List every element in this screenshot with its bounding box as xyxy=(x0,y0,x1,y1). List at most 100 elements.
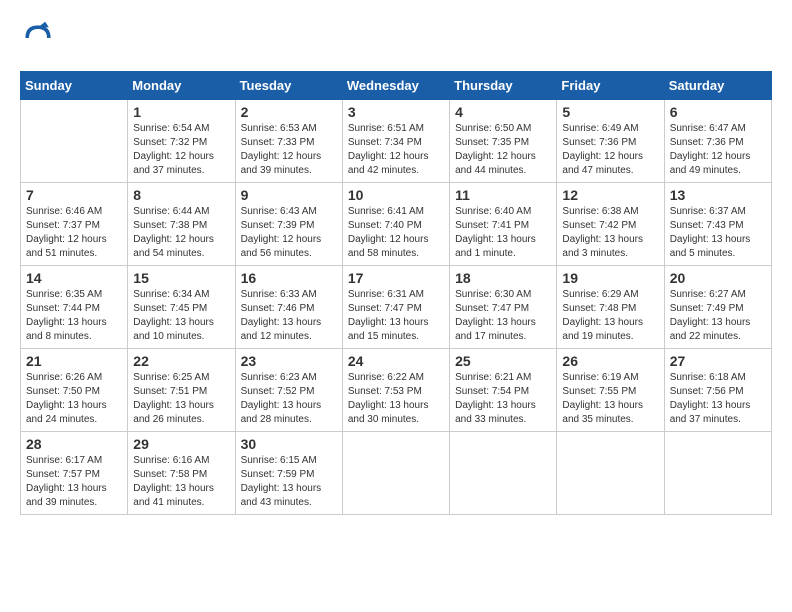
day-number: 16 xyxy=(241,270,337,286)
day-number: 5 xyxy=(562,104,658,120)
calendar-cell: 3Sunrise: 6:51 AMSunset: 7:34 PMDaylight… xyxy=(342,100,449,183)
calendar-cell xyxy=(21,100,128,183)
day-number: 8 xyxy=(133,187,229,203)
calendar-header: SundayMondayTuesdayWednesdayThursdayFrid… xyxy=(21,72,772,100)
calendar-week-row: 1 Sunrise: 6:54 AMSunset: 7:32 PMDaylight… xyxy=(21,100,772,183)
day-info: Sunrise: 6:17 AMSunset: 7:57 PMDaylight:… xyxy=(26,454,122,510)
calendar-cell xyxy=(664,432,771,515)
day-number: 29 xyxy=(133,436,229,452)
day-number: 15 xyxy=(133,270,229,286)
day-number: 21 xyxy=(26,353,122,369)
day-of-week-header: Thursday xyxy=(450,72,557,100)
day-number: 11 xyxy=(455,187,551,203)
day-info: Sunrise: 6:44 AMSunset: 7:38 PMDaylight:… xyxy=(133,205,229,261)
calendar-cell xyxy=(557,432,664,515)
day-info: Sunrise: 6:37 AMSunset: 7:43 PMDaylight:… xyxy=(670,205,766,261)
day-info: Sunrise: 6:19 AMSunset: 7:55 PMDaylight:… xyxy=(562,371,658,427)
day-number: 9 xyxy=(241,187,337,203)
day-number: 4 xyxy=(455,104,551,120)
day-number: 24 xyxy=(348,353,444,369)
day-of-week-header: Wednesday xyxy=(342,72,449,100)
day-info: Sunrise: 6:46 AMSunset: 7:37 PMDaylight:… xyxy=(26,205,122,261)
day-info: Sunrise: 6:49 AMSunset: 7:36 PMDaylight:… xyxy=(562,122,658,178)
calendar-cell: 10 Sunrise: 6:41 AMSunset: 7:40 PMDayligh… xyxy=(342,183,449,266)
day-info: Sunrise: 6:30 AMSunset: 7:47 PMDaylight:… xyxy=(455,288,551,344)
day-number: 22 xyxy=(133,353,229,369)
calendar-cell: 30 Sunrise: 6:15 AMSunset: 7:59 PMDayligh… xyxy=(235,432,342,515)
calendar-cell: 26 Sunrise: 6:19 AMSunset: 7:55 PMDayligh… xyxy=(557,349,664,432)
day-info: Sunrise: 6:54 AMSunset: 7:32 PMDaylight:… xyxy=(133,122,229,178)
day-number: 30 xyxy=(241,436,337,452)
calendar-cell: 1 Sunrise: 6:54 AMSunset: 7:32 PMDaylight… xyxy=(128,100,235,183)
calendar-week-row: 21 Sunrise: 6:26 AMSunset: 7:50 PMDayligh… xyxy=(21,349,772,432)
day-info: Sunrise: 6:43 AMSunset: 7:39 PMDaylight:… xyxy=(241,205,337,261)
day-number: 13 xyxy=(670,187,766,203)
day-number: 26 xyxy=(562,353,658,369)
calendar-cell: 29Sunrise: 6:16 AMSunset: 7:58 PMDayligh… xyxy=(128,432,235,515)
logo xyxy=(20,20,62,56)
day-info: Sunrise: 6:21 AMSunset: 7:54 PMDaylight:… xyxy=(455,371,551,427)
calendar-cell: 11 Sunrise: 6:40 AMSunset: 7:41 PMDayligh… xyxy=(450,183,557,266)
calendar-cell: 28 Sunrise: 6:17 AMSunset: 7:57 PMDayligh… xyxy=(21,432,128,515)
day-number: 18 xyxy=(455,270,551,286)
calendar-cell xyxy=(342,432,449,515)
calendar-cell: 17 Sunrise: 6:31 AMSunset: 7:47 PMDayligh… xyxy=(342,266,449,349)
day-info: Sunrise: 6:23 AMSunset: 7:52 PMDaylight:… xyxy=(241,371,337,427)
day-info: Sunrise: 6:34 AMSunset: 7:45 PMDaylight:… xyxy=(133,288,229,344)
day-of-week-header: Friday xyxy=(557,72,664,100)
calendar-body: 1 Sunrise: 6:54 AMSunset: 7:32 PMDaylight… xyxy=(21,100,772,515)
day-of-week-header: Sunday xyxy=(21,72,128,100)
day-info: Sunrise: 6:22 AMSunset: 7:53 PMDaylight:… xyxy=(348,371,444,427)
day-of-week-header: Monday xyxy=(128,72,235,100)
calendar-cell: 6 Sunrise: 6:47 AMSunset: 7:36 PMDaylight… xyxy=(664,100,771,183)
calendar-cell: 19Sunrise: 6:29 AMSunset: 7:48 PMDayligh… xyxy=(557,266,664,349)
day-of-week-header: Saturday xyxy=(664,72,771,100)
calendar-table: SundayMondayTuesdayWednesdayThursdayFrid… xyxy=(20,71,772,515)
day-of-week-header: Tuesday xyxy=(235,72,342,100)
calendar-week-row: 28 Sunrise: 6:17 AMSunset: 7:57 PMDayligh… xyxy=(21,432,772,515)
calendar-cell: 12Sunrise: 6:38 AMSunset: 7:42 PMDayligh… xyxy=(557,183,664,266)
day-info: Sunrise: 6:27 AMSunset: 7:49 PMDaylight:… xyxy=(670,288,766,344)
day-info: Sunrise: 6:50 AMSunset: 7:35 PMDaylight:… xyxy=(455,122,551,178)
calendar-cell: 15 Sunrise: 6:34 AMSunset: 7:45 PMDayligh… xyxy=(128,266,235,349)
calendar-cell: 8 Sunrise: 6:44 AMSunset: 7:38 PMDaylight… xyxy=(128,183,235,266)
day-info: Sunrise: 6:47 AMSunset: 7:36 PMDaylight:… xyxy=(670,122,766,178)
calendar-cell: 4 Sunrise: 6:50 AMSunset: 7:35 PMDaylight… xyxy=(450,100,557,183)
day-info: Sunrise: 6:53 AMSunset: 7:33 PMDaylight:… xyxy=(241,122,337,178)
calendar-cell: 21 Sunrise: 6:26 AMSunset: 7:50 PMDayligh… xyxy=(21,349,128,432)
calendar-cell: 24 Sunrise: 6:22 AMSunset: 7:53 PMDayligh… xyxy=(342,349,449,432)
calendar-cell: 2 Sunrise: 6:53 AMSunset: 7:33 PMDaylight… xyxy=(235,100,342,183)
day-info: Sunrise: 6:41 AMSunset: 7:40 PMDaylight:… xyxy=(348,205,444,261)
calendar-cell xyxy=(450,432,557,515)
calendar-cell: 23 Sunrise: 6:23 AMSunset: 7:52 PMDayligh… xyxy=(235,349,342,432)
day-info: Sunrise: 6:51 AMSunset: 7:34 PMDaylight:… xyxy=(348,122,444,178)
calendar-cell: 20 Sunrise: 6:27 AMSunset: 7:49 PMDayligh… xyxy=(664,266,771,349)
calendar-cell: 9 Sunrise: 6:43 AMSunset: 7:39 PMDaylight… xyxy=(235,183,342,266)
day-number: 20 xyxy=(670,270,766,286)
day-number: 6 xyxy=(670,104,766,120)
day-info: Sunrise: 6:33 AMSunset: 7:46 PMDaylight:… xyxy=(241,288,337,344)
day-info: Sunrise: 6:26 AMSunset: 7:50 PMDaylight:… xyxy=(26,371,122,427)
calendar-cell: 18 Sunrise: 6:30 AMSunset: 7:47 PMDayligh… xyxy=(450,266,557,349)
day-number: 1 xyxy=(133,104,229,120)
calendar-cell: 5 Sunrise: 6:49 AMSunset: 7:36 PMDaylight… xyxy=(557,100,664,183)
day-number: 28 xyxy=(26,436,122,452)
logo-icon xyxy=(20,20,56,56)
day-number: 19 xyxy=(562,270,658,286)
day-info: Sunrise: 6:31 AMSunset: 7:47 PMDaylight:… xyxy=(348,288,444,344)
page-header xyxy=(20,20,772,56)
day-number: 25 xyxy=(455,353,551,369)
day-info: Sunrise: 6:18 AMSunset: 7:56 PMDaylight:… xyxy=(670,371,766,427)
day-number: 23 xyxy=(241,353,337,369)
day-number: 10 xyxy=(348,187,444,203)
day-info: Sunrise: 6:15 AMSunset: 7:59 PMDaylight:… xyxy=(241,454,337,510)
day-number: 14 xyxy=(26,270,122,286)
day-number: 2 xyxy=(241,104,337,120)
day-number: 17 xyxy=(348,270,444,286)
day-info: Sunrise: 6:35 AMSunset: 7:44 PMDaylight:… xyxy=(26,288,122,344)
day-number: 7 xyxy=(26,187,122,203)
day-info: Sunrise: 6:40 AMSunset: 7:41 PMDaylight:… xyxy=(455,205,551,261)
calendar-cell: 14 Sunrise: 6:35 AMSunset: 7:44 PMDayligh… xyxy=(21,266,128,349)
calendar-cell: 16 Sunrise: 6:33 AMSunset: 7:46 PMDayligh… xyxy=(235,266,342,349)
calendar-cell: 13 Sunrise: 6:37 AMSunset: 7:43 PMDayligh… xyxy=(664,183,771,266)
